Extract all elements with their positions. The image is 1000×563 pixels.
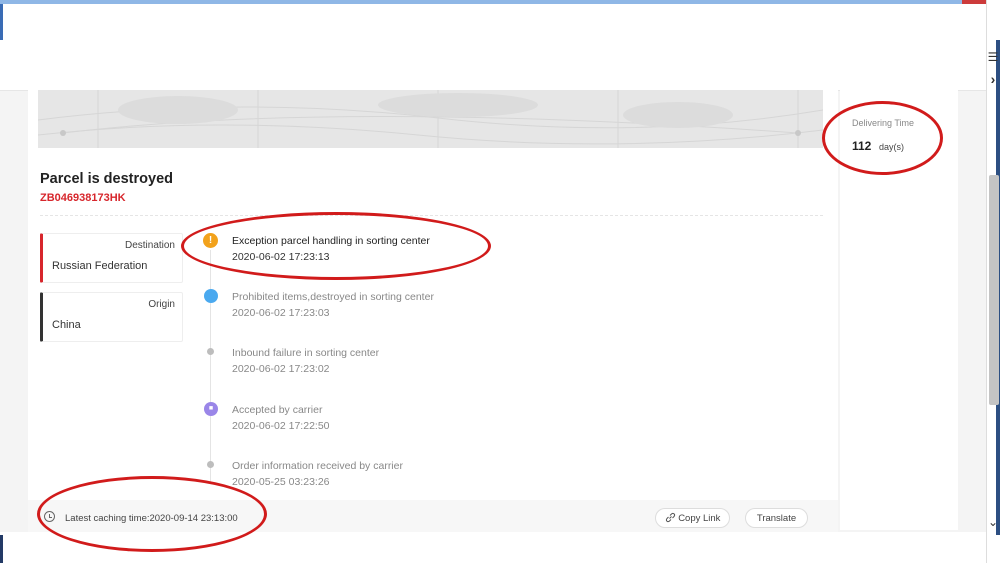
destination-label: Destination: [124, 240, 175, 251]
gray-dot-icon: [207, 461, 214, 468]
event-time: 2020-06-02 17:23:02: [232, 363, 330, 375]
event-time: 2020-06-02 17:22:50: [232, 420, 330, 432]
truck-icon: ■: [204, 402, 218, 416]
exclamation-icon: !: [203, 233, 218, 248]
page-bottom-strip: [0, 532, 986, 563]
menu-icon[interactable]: ☰: [986, 50, 1000, 64]
caching-time-text: Latest caching time:2020-09-14 23:13:00: [65, 513, 238, 524]
page-header-blank: [0, 4, 986, 91]
copy-link-button[interactable]: Copy Link: [655, 508, 730, 528]
event-time: 2020-05-25 03:23:26: [232, 476, 330, 488]
event-title: Inbound failure in sorting center: [232, 347, 380, 359]
chevron-down-icon[interactable]: ⌄: [986, 515, 1000, 529]
copy-link-label: Copy Link: [678, 513, 721, 524]
parcel-status-title: Parcel is destroyed: [40, 171, 173, 187]
origin-value: China: [52, 319, 81, 331]
left-edge-accent: [0, 4, 3, 40]
event-title: Prohibited items,destroyed in sorting ce…: [232, 291, 434, 303]
world-map-banner: [38, 90, 823, 148]
destination-value: Russian Federation: [52, 260, 148, 272]
section-divider: [40, 215, 823, 216]
gray-dot-icon: [207, 348, 214, 355]
scrollbar-thumb[interactable]: [989, 175, 999, 405]
translate-label: Translate: [756, 513, 797, 524]
delivering-time-panel: [840, 90, 958, 530]
link-icon: [665, 512, 675, 523]
delivering-time-value: 112: [852, 139, 872, 153]
event-time: 2020-06-02 17:23:13: [232, 251, 330, 263]
clock-hand-minute: [49, 517, 52, 518]
origin-box: Origin China: [40, 292, 183, 342]
event-title: Exception parcel handling in sorting cen…: [232, 235, 430, 247]
event-time: 2020-06-02 17:23:03: [232, 307, 330, 319]
delivering-time-unit: day(s): [879, 142, 905, 152]
event-title: Order information received by carrier: [232, 460, 403, 472]
timeline-line: [210, 250, 211, 484]
delivering-time-label: Delivering Time: [852, 118, 915, 128]
blue-dot-icon: [204, 289, 218, 303]
map-graphic: [38, 90, 823, 148]
tracking-number[interactable]: ZB046938173HK: [40, 192, 126, 204]
destination-box: Destination Russian Federation: [40, 233, 183, 283]
left-edge-bottom-accent: [0, 535, 3, 563]
origin-label: Origin: [148, 299, 175, 310]
event-title: Accepted by carrier: [232, 404, 323, 416]
chevron-right-icon[interactable]: ›: [986, 71, 1000, 87]
translate-button[interactable]: Translate: [745, 508, 808, 528]
